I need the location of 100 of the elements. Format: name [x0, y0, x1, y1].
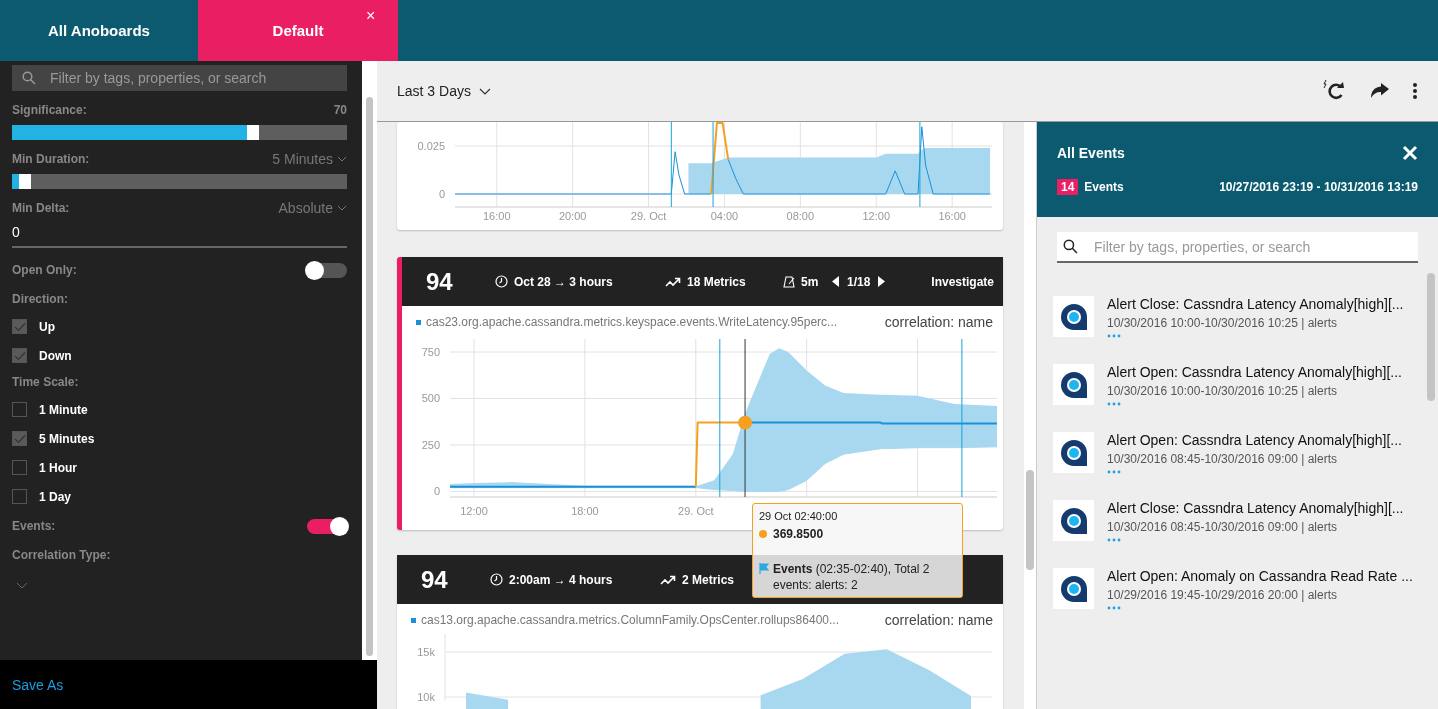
score-value: 94 — [426, 267, 454, 296]
close-tab-button[interactable]: × — [362, 6, 380, 26]
alert-source-icon — [1053, 500, 1094, 541]
panel-title: All Events — [1057, 144, 1125, 161]
event-item[interactable]: Alert Open: Cassndra Latency Anomaly[high][... 10/30/2016 08:45-10/30/2016 09:00 | alerts — [1053, 432, 1424, 474]
series-marker-icon — [416, 319, 421, 325]
checkbox[interactable] — [12, 431, 27, 446]
event-item[interactable]: Alert Open: Cassndra Latency Anomaly[high][... 10/30/2016 10:00-10/30/2016 10:25 | alerts — [1053, 364, 1424, 406]
search-field[interactable]: Filter by tags, properties, or search — [1092, 237, 1418, 256]
checkbox-label: 1 Day — [39, 489, 72, 504]
trend-icon — [665, 276, 681, 287]
scrollbar-thumb[interactable] — [366, 97, 373, 656]
search-icon — [1063, 239, 1078, 254]
filter-label: Min Delta: — [12, 201, 70, 215]
checkbox[interactable] — [12, 319, 27, 334]
slider-track[interactable] — [12, 125, 347, 140]
checkbox[interactable] — [12, 489, 27, 504]
filter-label: Min Duration: — [12, 152, 90, 166]
x-axis-label: 29. Oct — [630, 210, 667, 222]
slider-value: 70 — [333, 103, 347, 117]
filter-label: Time Scale: — [12, 375, 79, 389]
count-label: Events — [1084, 179, 1125, 194]
alert-source-icon — [1053, 296, 1094, 337]
y-axis-label: 0 — [433, 485, 440, 498]
filter-label: Significance: — [12, 103, 87, 117]
save-as-link[interactable]: Save As — [12, 676, 64, 693]
hover-point — [738, 415, 753, 430]
time-span: 2:00am → 4 hours — [509, 572, 613, 587]
alert-source-icon — [1053, 568, 1094, 609]
time-range-dropdown[interactable]: Last 3 Days — [397, 83, 491, 99]
chevron-icon — [337, 156, 347, 162]
alert-source-icon — [1053, 432, 1094, 473]
input-field[interactable]: 0 — [12, 218, 347, 248]
filter-label: Correlation Type: — [12, 548, 111, 562]
previous-icon[interactable] — [832, 276, 839, 287]
event-item[interactable]: Alert Open: Anomaly on Cassandra Read Rate ... 10/29/2016 19:45-10/29/2016 20:00 | alerts — [1053, 568, 1424, 610]
board-tab[interactable]: All Anoboards — [0, 0, 198, 61]
scrollbar-thumb[interactable] — [1026, 470, 1034, 570]
x-axis-label: 08:00 — [786, 210, 815, 222]
page-count: 1/18 — [847, 274, 871, 289]
toggle-switch[interactable] — [307, 262, 347, 278]
metrics-count: 2 Metrics — [682, 572, 735, 587]
x-axis-label: 12:00 — [862, 210, 890, 222]
series-marker-icon — [411, 617, 416, 623]
more-icon[interactable] — [1107, 606, 1121, 610]
checkbox[interactable] — [12, 348, 27, 363]
time-span: Oct 28 → 3 hours — [514, 274, 613, 289]
checkbox[interactable] — [12, 402, 27, 417]
metric-name: cas13.org.apache.cassandra.metrics.ColumnFamily.OpsCenter.rollups86400... — [421, 613, 840, 627]
event-title: Alert Close: Cassndra Latency Anomaly[high][... — [1107, 500, 1404, 516]
search-field[interactable]: Filter by tags, properties, or search — [48, 69, 337, 87]
filter-label: Open Only: — [12, 263, 77, 277]
flag-icon — [759, 563, 769, 574]
chevron-icon — [478, 87, 491, 95]
x-axis-label: 16:00 — [483, 210, 511, 222]
more-icon[interactable] — [1107, 334, 1121, 338]
event-item[interactable]: Alert Close: Cassndra Latency Anomaly[high][... 10/30/2016 10:00-10/30/2016 10:25 | alerts — [1053, 296, 1424, 338]
event-item[interactable]: Alert Close: Cassndra Latency Anomaly[high][... 10/30/2016 08:45-10/30/2016 09:00 | alerts — [1053, 500, 1424, 542]
search-bar[interactable]: Filter by tags, properties, or search — [12, 65, 347, 91]
event-meta: 10/30/2016 10:00-10/30/2016 10:25 | alerts — [1107, 384, 1338, 398]
dropdown-select[interactable]: Absolute — [278, 200, 347, 216]
investigate-link[interactable]: Investigate — [931, 274, 994, 289]
event-title: Alert Open: Cassndra Latency Anomaly[high][... — [1107, 364, 1402, 380]
correlation-label: correlation: name — [884, 314, 993, 330]
checkbox-label: 5 Minutes — [39, 431, 95, 446]
chevron-icon[interactable] — [16, 582, 28, 589]
checkbox-label: Up — [39, 319, 55, 334]
dropdown-select[interactable]: 5 Minutes — [272, 151, 347, 167]
y-axis-label: 250 — [421, 438, 440, 451]
scrollbar-thumb[interactable] — [1427, 273, 1435, 401]
x-axis-label: 29. Oct — [678, 505, 714, 517]
more-menu-icon[interactable] — [1412, 82, 1418, 100]
series-dot-icon — [759, 530, 767, 538]
tooltip-value: 369.8500 — [773, 527, 824, 541]
metronome-icon — [783, 275, 795, 288]
share-icon[interactable] — [1370, 82, 1390, 100]
alert-source-icon — [1053, 364, 1094, 405]
y-axis-label: 10k — [417, 691, 435, 703]
more-icon[interactable] — [1107, 470, 1121, 474]
checkbox-label: Down — [39, 348, 72, 363]
time-scale: 5m — [801, 274, 819, 289]
clock-icon — [495, 275, 508, 288]
search-bar[interactable]: Filter by tags, properties, or search — [1057, 232, 1418, 263]
checkbox-label: 1 Minute — [39, 402, 88, 417]
toggle-switch[interactable] — [307, 518, 347, 534]
close-icon[interactable] — [1402, 144, 1418, 161]
score-value: 94 — [421, 565, 449, 594]
more-icon[interactable] — [1107, 402, 1121, 406]
event-meta: 10/30/2016 08:45-10/30/2016 09:00 | alerts — [1107, 520, 1338, 534]
event-meta: 10/29/2016 19:45-10/29/2016 20:00 | alerts — [1107, 588, 1338, 602]
x-axis-label: 20:00 — [558, 210, 587, 222]
event-title: Alert Close: Cassndra Latency Anomaly[high][... — [1107, 296, 1404, 312]
y-axis-label: 15k — [417, 646, 435, 658]
slider-track[interactable] — [12, 174, 347, 189]
next-icon[interactable] — [878, 276, 886, 287]
more-icon[interactable] — [1107, 538, 1121, 542]
checkbox-label: 1 Hour — [39, 460, 77, 475]
event-title: Alert Open: Cassndra Latency Anomaly[high][... — [1107, 432, 1402, 448]
x-axis-label: 16:00 — [938, 210, 966, 222]
checkbox[interactable] — [12, 460, 27, 475]
